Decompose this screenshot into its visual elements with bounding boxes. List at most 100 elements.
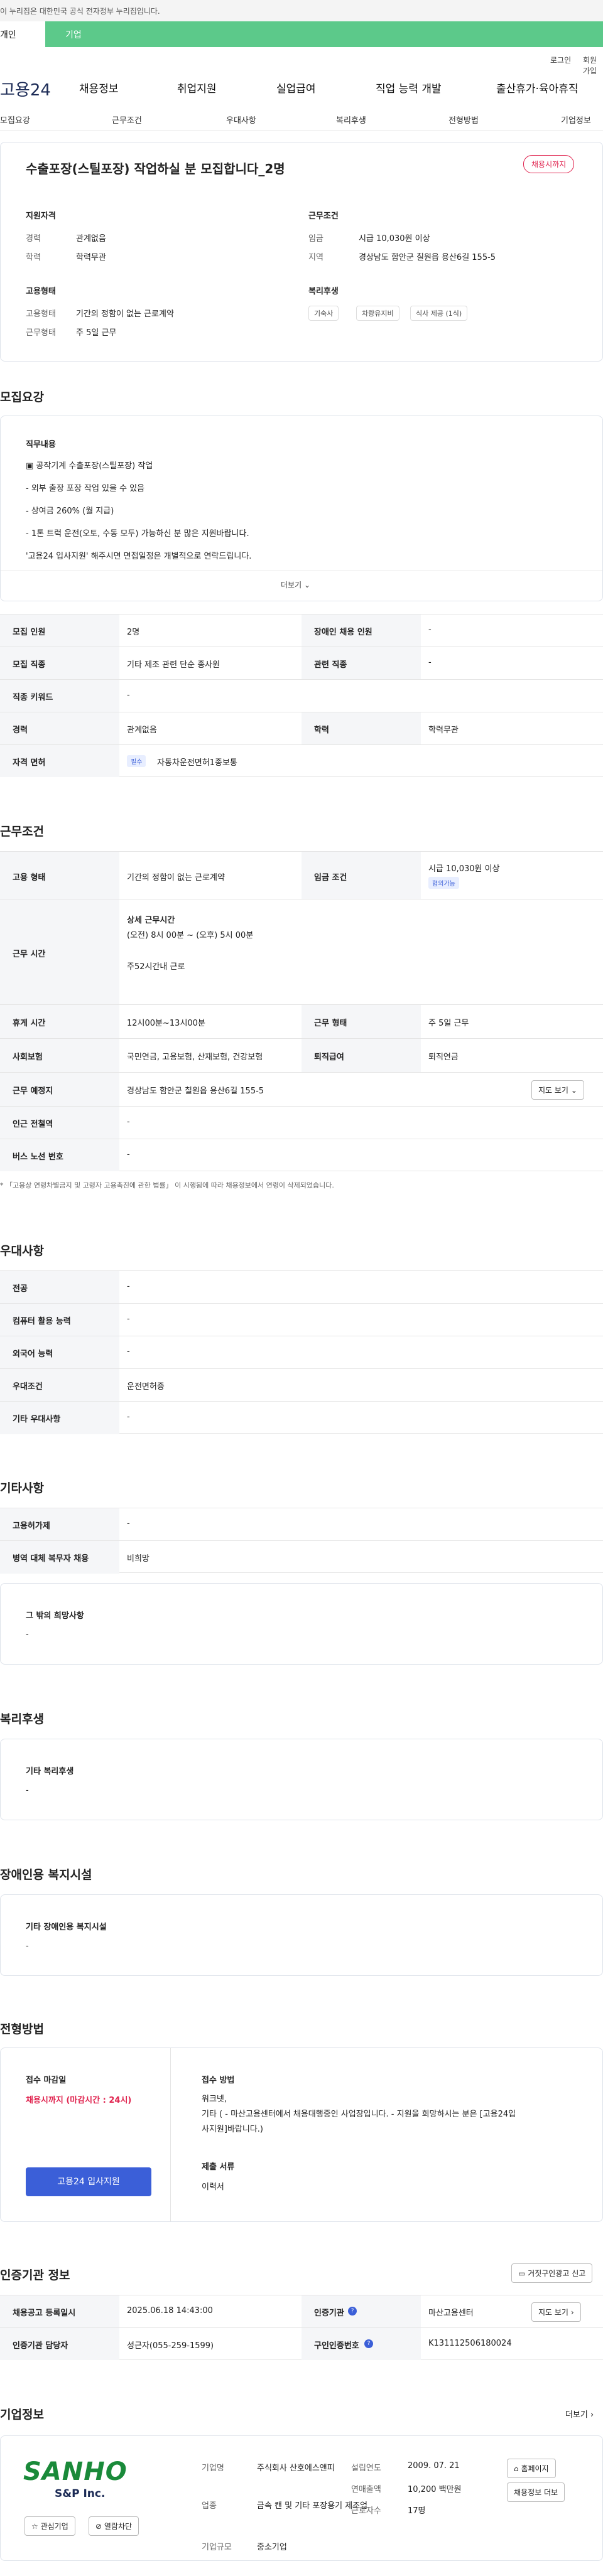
subway-value: -: [127, 1117, 130, 1127]
table-row: 모집 인원 2명 장애인 채용 인원 -: [0, 614, 603, 647]
age-note-text: 「고용상 연령차별금지 및 고령자 고용촉진에 관한 법률」 이 시행됨에 따라…: [6, 1181, 334, 1189]
row-value: 관계없음: [127, 726, 157, 735]
etc-box-value: -: [26, 1630, 29, 1640]
qual-heading: 지원자격: [26, 212, 56, 221]
star-icon: ☆: [31, 2522, 41, 2531]
report-button[interactable]: ▭ 거짓구인광고 신고: [511, 2263, 593, 2283]
block-button[interactable]: ⊘ 열람차단: [89, 2516, 139, 2536]
site-logo[interactable]: 고용24: [0, 77, 51, 100]
gnb-jobs[interactable]: 채용정보: [79, 80, 119, 95]
pref-title: 우대사항: [0, 1244, 44, 1258]
favorite-button[interactable]: ☆ 관심기업: [24, 2516, 75, 2536]
bus-row: 버스 노선 번호 -: [0, 1139, 603, 1171]
company-field-label: 근로자수: [351, 2506, 381, 2516]
login-link[interactable]: 로그인: [550, 55, 571, 65]
welfare-chip: 식사 제공 (1식): [410, 306, 468, 321]
duty-line: - 외부 출장 포장 작업 있을 수 있음: [26, 484, 145, 493]
company-more-link[interactable]: 더보기 ›: [565, 2408, 594, 2420]
tab-company[interactable]: 기업: [45, 21, 603, 47]
disab-box: 기타 장애인용 복지시설 -: [0, 1894, 603, 1976]
row-value: 국민연금, 고용보험, 산재보험, 건강보험: [127, 1053, 263, 1062]
company-field-value: 중소기업: [257, 2543, 287, 2552]
type-value: 기간의 정함이 없는 근로계약: [76, 309, 174, 319]
company-logo-sub: S&P Inc.: [55, 2487, 106, 2500]
subnav-recruit[interactable]: 모집요강: [0, 114, 30, 126]
apply-button[interactable]: 고용24 입사지원: [26, 2167, 151, 2196]
place-value: 경상남도 함안군 칠원읍 용산6길 155-5: [127, 1087, 264, 1096]
company-field-label: 기업규모: [202, 2543, 232, 2552]
edu-value: 학력무관: [76, 253, 106, 262]
subnav-company[interactable]: 기업정보: [561, 114, 591, 126]
work-type-label: 고용 형태: [13, 873, 46, 883]
row-value: 12시00분~13시00분: [127, 1019, 205, 1028]
disab-box-heading: 기타 장애인용 복지시설: [26, 1923, 107, 1932]
block-icon: ⊘: [95, 2522, 104, 2531]
company-field-value: 17명: [408, 2506, 426, 2516]
agency-map-button[interactable]: 지도 보기 ›: [531, 2302, 581, 2322]
subway-row: 인근 전철역 -: [0, 1106, 603, 1139]
agency-map-label: 지도 보기: [538, 2308, 568, 2317]
homepage-button[interactable]: ⌂ 홈페이지: [507, 2459, 556, 2478]
work-wage-value: 시급 10,030원 이상: [428, 864, 500, 874]
chevron-down-icon: ⌄: [570, 1086, 577, 1095]
gnb-parental-leave[interactable]: 출산휴가·육아휴직: [496, 80, 579, 95]
gnb-employment-support[interactable]: 취업지원: [177, 80, 217, 95]
edu-label: 학력: [26, 253, 41, 262]
home-icon: ⌂: [514, 2464, 521, 2473]
row-value: 학력무관: [428, 726, 459, 735]
license-value: 자동차운전면허1종보통: [157, 758, 237, 768]
agency-cell: 2025.06.18 14:43:00: [127, 2306, 213, 2316]
company-field-label: 설립연도: [351, 2464, 381, 2473]
method-line: 기타 ( - 마산고용센터에서 채용대행중인 사업장입니다. - 지원을 희망하…: [202, 2110, 516, 2119]
welfare-box: 기타 복리후생 -: [0, 1739, 603, 1820]
company-jobs-button[interactable]: 채용정보 더보: [507, 2482, 565, 2502]
row-label: 외국어 능력: [13, 1350, 53, 1359]
table-row: 고용허가제 -: [0, 1508, 603, 1541]
agency-cell: 성근자(055-259-1599): [127, 2341, 214, 2351]
tab-personal[interactable]: 개인: [0, 21, 45, 47]
table-row: 컴퓨터 활용 능력 -: [0, 1303, 603, 1336]
gnb-training[interactable]: 직업 능력 개발: [376, 80, 442, 95]
license-row: 자격 면허 필수 자동차운전면허1종보통: [0, 744, 603, 777]
row-label: 사회보험: [13, 1053, 43, 1062]
block-label: 열람차단: [104, 2522, 133, 2531]
homepage-label: 홈페이지: [521, 2464, 549, 2473]
more-button[interactable]: 더보기 ⌄: [281, 579, 310, 590]
subnav-select[interactable]: 전형방법: [448, 114, 479, 126]
table-row: 경력 관계없음 학력 학력무관: [0, 712, 603, 745]
map-button[interactable]: 지도 보기 ⌄: [531, 1080, 584, 1100]
row-value: 기타 제조 관련 단순 종사원: [127, 660, 220, 670]
row-label: 모집 인원: [13, 628, 46, 637]
disab-title: 장애인용 복지시설: [0, 1868, 92, 1882]
chevron-down-icon: ⌄: [303, 581, 311, 589]
disab-box-value: -: [26, 1941, 29, 1951]
select-card: 접수 마감일 채용시까지 (마감시간 : 24시) 고용24 입사지원 접수 방…: [0, 2047, 603, 2222]
report-icon: ▭: [518, 2269, 528, 2278]
info-icon[interactable]: ?: [348, 2307, 357, 2316]
bus-label: 버스 노선 번호: [13, 1152, 63, 1162]
agency-cell: 인증기관 담당자: [13, 2341, 68, 2351]
row-value: 퇴직연금: [428, 1053, 459, 1062]
duty-card: 직무내용 ▣ 공작기계 수출포장(스틸포장) 작업 - 외부 출장 포장 작업 …: [0, 416, 603, 601]
etc-box: 그 밖의 희망사항 -: [0, 1583, 603, 1665]
agency-cell: 구인인증번호: [314, 2341, 359, 2351]
work-week-value: 주52시간내 근로: [127, 962, 185, 972]
wel-heading: 복리후생: [308, 287, 339, 296]
subnav-pref[interactable]: 우대사항: [226, 114, 256, 126]
gnb-unemployment[interactable]: 실업급여: [276, 80, 316, 95]
subnav-work[interactable]: 근무조건: [112, 114, 142, 126]
work-row: 고용 형태 기간의 정함이 없는 근로계약 임금 조건 시급 10,030원 이…: [0, 851, 603, 899]
company-title: 기업정보: [0, 2408, 44, 2422]
company-field-label: 기업명: [202, 2464, 224, 2473]
agency-cell: 인증기관: [314, 2309, 344, 2318]
bus-value: -: [127, 1150, 130, 1159]
table-row: 휴게 시간 12시00분~13시00분 근무 형태 주 5일 근무: [0, 1004, 603, 1039]
subway-label: 인근 전철역: [13, 1120, 53, 1129]
chevron-right-icon: ›: [590, 2410, 594, 2420]
deadline-value: 채용시까지 (마감시간 : 24시): [26, 2096, 132, 2105]
subnav-welfare[interactable]: 복리후생: [336, 114, 366, 126]
row-value: -: [127, 1412, 130, 1422]
info-icon[interactable]: ?: [364, 2339, 373, 2348]
exp-value: 관계없음: [76, 234, 106, 244]
row-label: 퇴직급여: [314, 1053, 344, 1062]
